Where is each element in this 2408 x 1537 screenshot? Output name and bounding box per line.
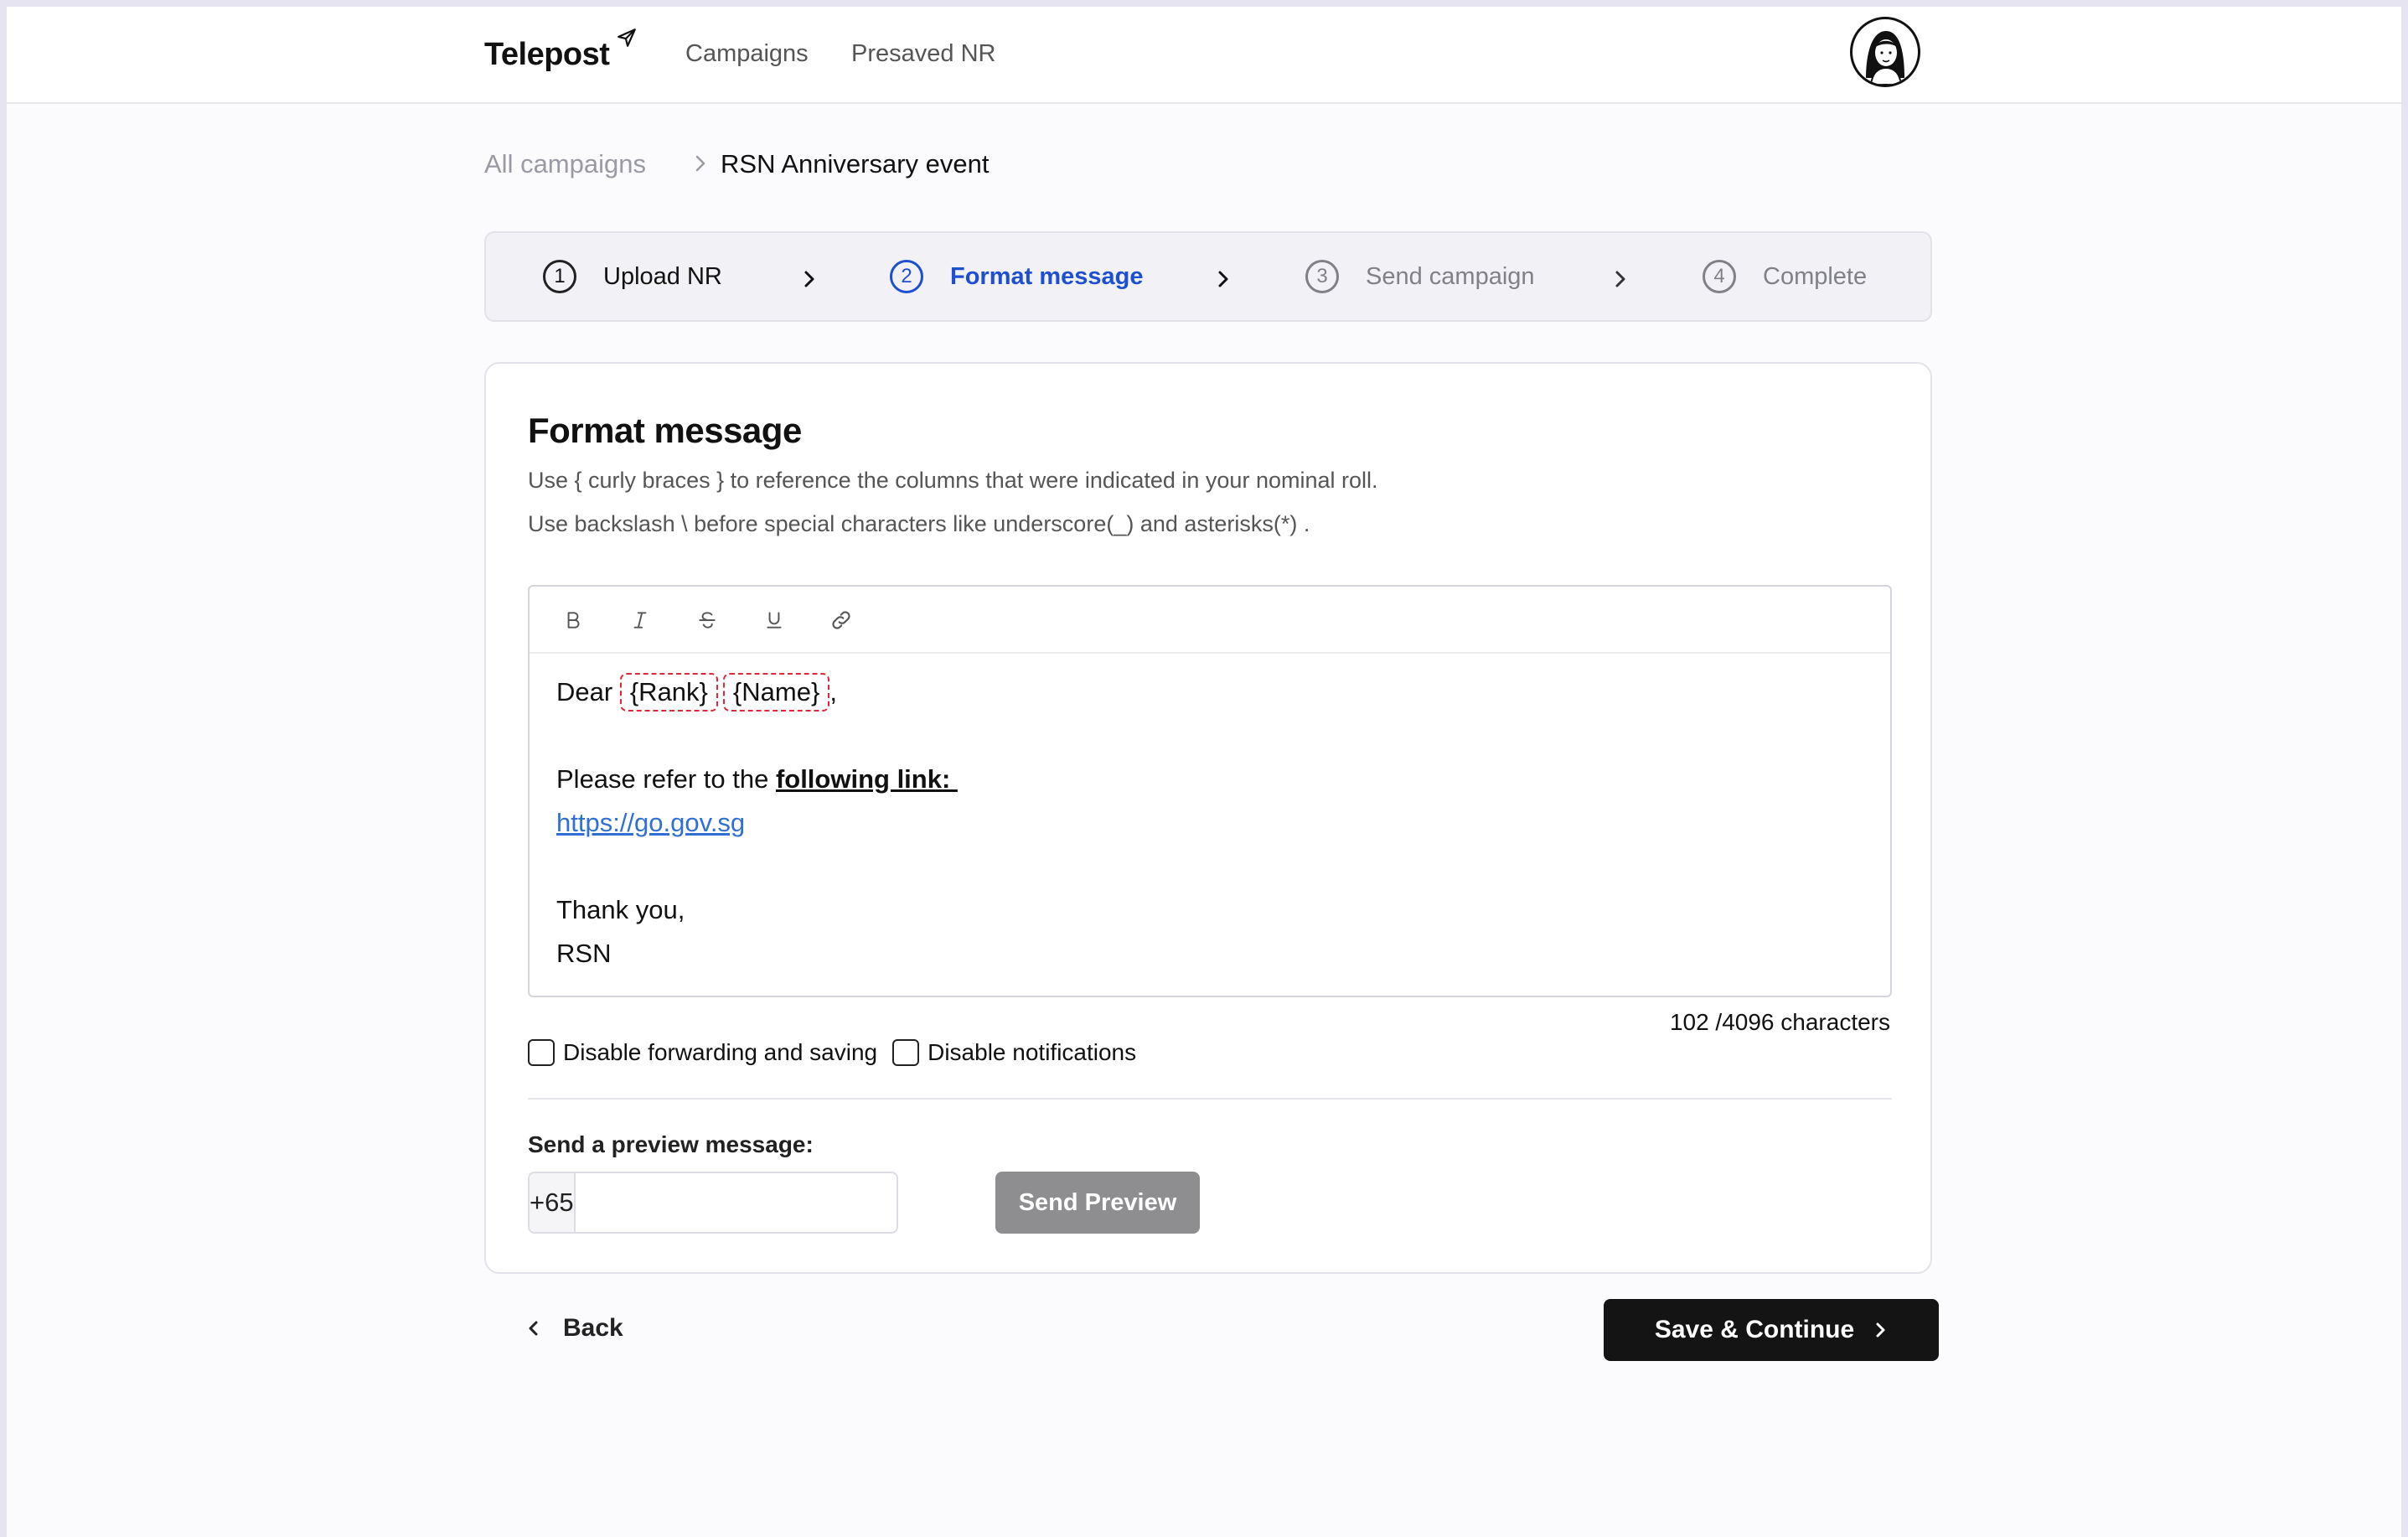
campaign-stepper: 1 Upload NR 2 Format message 3 Send camp… <box>484 231 1932 322</box>
disable-notifications-label[interactable]: Disable notifications <box>928 1039 1136 1066</box>
message-options: Disable forwarding and saving Disable no… <box>528 1039 1151 1066</box>
comma-text: , <box>829 677 837 706</box>
hint-curly-braces: Use { curly braces } to reference the co… <box>528 468 1378 493</box>
chevron-left-icon <box>526 1318 541 1338</box>
step-number: 1 <box>543 260 576 293</box>
step-label: Upload NR <box>603 262 722 290</box>
nav-presaved-nr[interactable]: Presaved NR <box>851 40 995 68</box>
variable-tag-rank[interactable]: {Rank} <box>619 673 718 712</box>
underline-icon[interactable] <box>759 605 789 635</box>
step-number: 3 <box>1305 260 1339 293</box>
chevron-right-icon <box>1218 271 1228 287</box>
send-preview-button[interactable]: Send Preview <box>995 1172 1200 1234</box>
disable-forwarding-checkbox[interactable] <box>528 1039 555 1066</box>
step-format-message[interactable]: 2 Format message <box>890 260 1144 293</box>
variable-tag-name[interactable]: {Name} <box>722 673 830 712</box>
step-label: Send campaign <box>1366 262 1535 290</box>
character-count: 102 /4096 characters <box>1669 1009 1890 1035</box>
step-label: Format message <box>950 262 1144 290</box>
country-code-prefix: +65 <box>530 1173 576 1232</box>
link-icon[interactable] <box>826 605 856 635</box>
back-button[interactable]: Back <box>526 1314 623 1343</box>
top-navbar: Telepost Campaigns Presaved NR <box>7 7 2401 104</box>
following-link-text: following link: <box>775 764 958 794</box>
preview-label: Send a preview message: <box>528 1131 814 1157</box>
refer-line: Please refer to the following link: <box>556 758 958 801</box>
back-label: Back <box>563 1314 623 1342</box>
breadcrumb-current: RSN Anniversary event <box>721 149 990 179</box>
breadcrumb-all-campaigns[interactable]: All campaigns <box>484 149 646 179</box>
disable-notifications-checkbox[interactable] <box>892 1039 920 1066</box>
message-url-link[interactable]: https://go.gov.sg <box>556 808 745 837</box>
refer-text: Please refer to the <box>556 764 776 794</box>
phone-number-input[interactable] <box>575 1173 918 1232</box>
paper-plane-icon <box>618 28 636 47</box>
breadcrumb: All campaigns RSN Anniversary event <box>484 149 989 179</box>
step-number: 2 <box>890 260 923 293</box>
avatar[interactable] <box>1850 17 1920 87</box>
chevron-right-icon <box>695 155 705 172</box>
strikethrough-icon[interactable] <box>692 605 722 635</box>
app-frame: Telepost Campaigns Presaved NR All campa… <box>7 7 2401 1537</box>
chevron-right-icon <box>1615 271 1625 287</box>
divider <box>528 1098 1892 1100</box>
chevron-right-icon <box>1873 1320 1888 1340</box>
save-continue-button[interactable]: Save & Continue <box>1604 1299 1939 1361</box>
step-label: Complete <box>1763 262 1868 290</box>
format-message-card: Format message Use { curly braces } to r… <box>484 362 1932 1274</box>
editor-toolbar <box>530 587 1890 654</box>
nav-campaigns[interactable]: Campaigns <box>685 40 809 68</box>
step-upload-nr[interactable]: 1 Upload NR <box>543 260 722 293</box>
save-continue-label: Save & Continue <box>1654 1316 1855 1343</box>
editor-content[interactable]: Dear {Rank} {Name}, Please refer to the f… <box>556 670 958 976</box>
signoff-line: RSN <box>556 939 612 968</box>
user-avatar-icon <box>1866 31 1904 85</box>
bold-icon[interactable] <box>558 605 588 635</box>
disable-forwarding-label[interactable]: Disable forwarding and saving <box>563 1039 877 1066</box>
hint-backslash: Use backslash \ before special character… <box>528 511 1310 536</box>
message-editor[interactable]: Dear {Rank} {Name}, Please refer to the f… <box>528 585 1892 997</box>
card-title: Format message <box>528 411 802 450</box>
step-number: 4 <box>1703 260 1736 293</box>
step-send-campaign[interactable]: 3 Send campaign <box>1305 260 1535 293</box>
greeting-line: Dear {Rank} {Name}, <box>556 670 958 714</box>
step-complete[interactable]: 4 Complete <box>1703 260 1867 293</box>
app-logo[interactable]: Telepost <box>484 37 610 73</box>
thanks-line: Thank you, <box>556 895 685 924</box>
italic-icon[interactable] <box>625 605 655 635</box>
greeting-text: Dear <box>556 677 613 706</box>
chevron-right-icon <box>804 271 814 287</box>
url-line: https://go.gov.sg <box>556 801 958 845</box>
phone-input-group: +65 <box>528 1172 918 1234</box>
